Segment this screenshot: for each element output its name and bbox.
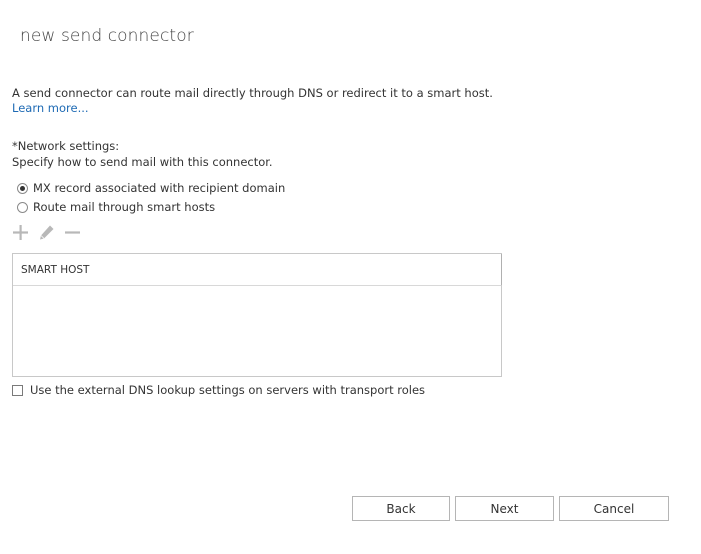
smart-host-toolbar: [12, 224, 81, 241]
radio-label-mx-record: MX record associated with recipient doma…: [33, 181, 286, 195]
new-send-connector-dialog: new send connector A send connector can …: [0, 0, 701, 554]
external-dns-checkbox[interactable]: [12, 384, 23, 396]
external-dns-option[interactable]: Use the external DNS lookup settings on …: [12, 383, 425, 397]
radio-button-smart-hosts[interactable]: [17, 201, 28, 213]
next-button[interactable]: Next: [455, 496, 554, 521]
external-dns-label: Use the external DNS lookup settings on …: [30, 383, 426, 397]
intro-description: A send connector can route mail directly…: [12, 86, 493, 100]
cancel-button[interactable]: Cancel: [559, 496, 669, 521]
radio-label-smart-hosts: Route mail through smart hosts: [33, 200, 216, 214]
column-header-smart-host[interactable]: SMART HOST: [13, 254, 502, 286]
radio-smart-hosts[interactable]: Route mail through smart hosts: [17, 200, 215, 214]
intro-text: A send connector can route mail directly…: [12, 86, 502, 116]
add-icon[interactable]: [12, 224, 29, 241]
radio-mx-record[interactable]: MX record associated with recipient doma…: [17, 181, 285, 195]
edit-icon[interactable]: [38, 224, 55, 241]
smart-host-table-body[interactable]: [13, 286, 501, 378]
network-settings-label: *Network settings:: [12, 139, 120, 153]
radio-button-mx-record[interactable]: [17, 182, 28, 194]
smart-host-table[interactable]: SMART HOST: [12, 253, 502, 377]
remove-icon[interactable]: [64, 224, 81, 241]
network-settings-description: Specify how to send mail with this conne…: [12, 155, 273, 169]
back-button[interactable]: Back: [352, 496, 450, 521]
learn-more-link[interactable]: Learn more...: [12, 101, 89, 115]
dialog-title: new send connector: [20, 26, 194, 46]
